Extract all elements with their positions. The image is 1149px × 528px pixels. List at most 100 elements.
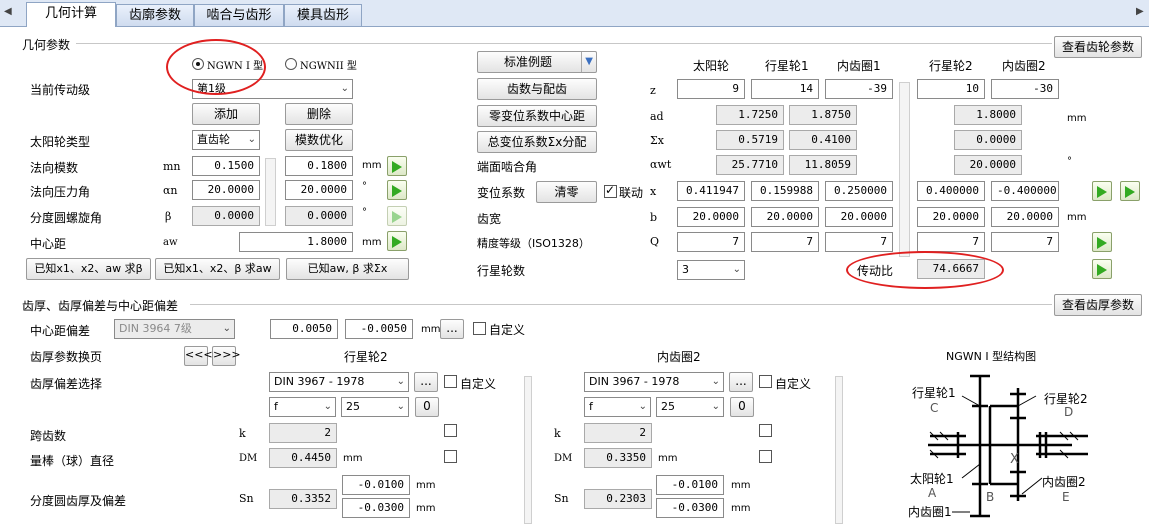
z-ring1[interactable]: -39 — [825, 79, 893, 99]
col1-thick-upper[interactable]: -0.0100 — [342, 475, 410, 495]
view-thickness-button[interactable]: 查看齿厚参数 — [1054, 294, 1142, 316]
col1-tol-f-select[interactable]: f ⌄ — [269, 397, 336, 417]
center-dev-more-button[interactable]: ... — [440, 319, 464, 339]
col1-ball-checkbox[interactable] — [444, 450, 457, 463]
chevron-down-icon: ⌄ — [323, 401, 332, 412]
col1-more-button[interactable]: ... — [414, 372, 438, 392]
q-ring2[interactable]: 7 — [991, 232, 1059, 252]
q-planet1[interactable]: 7 — [751, 232, 819, 252]
col2-thick-upper[interactable]: -0.0100 — [656, 475, 724, 495]
clear-button[interactable]: 清零 — [536, 181, 597, 203]
x-arrow-icon-1[interactable] — [1092, 181, 1112, 201]
col2-tol-f-select[interactable]: f ⌄ — [584, 397, 651, 417]
col2-ball-field[interactable]: 0.3350 — [584, 448, 652, 468]
next-page-button[interactable]: >>> — [212, 346, 241, 366]
q-sun[interactable]: 7 — [677, 232, 745, 252]
tab-geometry[interactable]: 几何计算 — [26, 2, 116, 27]
ad-unit: mm — [1067, 113, 1087, 124]
delete-button[interactable]: 删除 — [285, 103, 353, 125]
col2-tol-0-button[interactable]: 0 — [730, 397, 754, 417]
z-ring2[interactable]: -30 — [991, 79, 1059, 99]
helix-field-1[interactable]: 0.0000 — [192, 206, 260, 226]
tab-profile[interactable]: 齿廓参数 — [116, 4, 194, 26]
col2-span-field[interactable]: 2 — [584, 423, 652, 443]
z-sun[interactable]: 9 — [677, 79, 745, 99]
col2-thick-lower[interactable]: -0.0300 — [656, 498, 724, 518]
center-distance-field[interactable]: 1.8000 — [239, 232, 353, 252]
tab-scroll-left-icon[interactable]: ◀ — [4, 6, 12, 17]
tab-mold[interactable]: 模具齿形 — [284, 4, 362, 26]
col2-thick-field[interactable]: 0.2303 — [584, 489, 652, 509]
center-dev-custom-checkbox[interactable] — [473, 322, 486, 335]
col2-span-checkbox[interactable] — [759, 424, 772, 437]
helix-arrow-icon[interactable] — [387, 206, 407, 226]
col1-tol-25-select[interactable]: 25 ⌄ — [341, 397, 409, 417]
z-planet2[interactable]: 10 — [917, 79, 985, 99]
center-dev-select[interactable]: DIN 3964 7级 ⌄ — [114, 319, 235, 339]
view-gear-params-button[interactable]: 查看齿轮参数 — [1054, 36, 1142, 58]
b-planet1[interactable]: 20.0000 — [751, 207, 819, 227]
sun-type-select[interactable]: 直齿轮 ⌄ — [192, 130, 260, 150]
col1-span-checkbox[interactable] — [444, 424, 457, 437]
q-planet2[interactable]: 7 — [917, 232, 985, 252]
x-arrow-icon-2[interactable] — [1120, 181, 1140, 201]
modulus-optimize-button[interactable]: 模数优化 — [285, 129, 353, 151]
ball-sym-1: DM — [239, 453, 258, 464]
q-ring1[interactable]: 7 — [825, 232, 893, 252]
pressure-angle-field-2[interactable]: 20.0000 — [285, 180, 353, 200]
pressure-angle-field-1[interactable]: 20.0000 — [192, 180, 260, 200]
col1-span-field[interactable]: 2 — [269, 423, 337, 443]
col2-std-select[interactable]: DIN 3967 - 1978 ⌄ — [584, 372, 724, 392]
normal-module-field-2[interactable]: 0.1800 — [285, 156, 353, 176]
center-arrow-icon[interactable] — [387, 231, 407, 251]
diagram-label-x: X — [1010, 452, 1019, 467]
q-arrow-icon[interactable] — [1092, 232, 1112, 252]
calc-aw-button[interactable]: 已知x1、x2、β 求aw — [155, 258, 280, 280]
col2-custom-checkbox[interactable] — [759, 375, 772, 388]
b-ring1[interactable]: 20.0000 — [825, 207, 893, 227]
normal-module-arrow-icon[interactable] — [387, 156, 407, 176]
col1-thick-lower[interactable]: -0.0300 — [342, 498, 410, 518]
center-dev-upper[interactable]: 0.0050 — [270, 319, 338, 339]
col2-ball-checkbox[interactable] — [759, 450, 772, 463]
col1-std-select[interactable]: DIN 3967 - 1978 ⌄ — [269, 372, 409, 392]
teeth-match-button[interactable]: 齿数与配齿 — [477, 78, 597, 100]
x-planet1[interactable]: 0.159988 — [751, 181, 819, 201]
standard-example-button[interactable]: 标准例题 ▼ — [477, 51, 597, 73]
calc-beta-button[interactable]: 已知x1、x2、aw 求β — [26, 258, 151, 280]
col1-tol-0-button[interactable]: 0 — [415, 397, 439, 417]
x-planet2[interactable]: 0.400000 — [917, 181, 985, 201]
helix-field-2[interactable]: 0.0000 — [285, 206, 353, 226]
b-sun[interactable]: 20.0000 — [677, 207, 745, 227]
col2-tol-25-select[interactable]: 25 ⌄ — [656, 397, 724, 417]
z-planet1[interactable]: 14 — [751, 79, 819, 99]
pressure-angle-unit: ° — [362, 181, 367, 192]
planet-count-select[interactable]: 3 ⌄ — [677, 260, 745, 280]
ratio-arrow-icon[interactable] — [1092, 259, 1112, 279]
shift-label: 变位系数 — [477, 186, 526, 200]
col1-custom-checkbox[interactable] — [444, 375, 457, 388]
awt-sun: 25.7710 — [716, 155, 784, 175]
x-sun[interactable]: 0.411947 — [677, 181, 745, 201]
zero-shift-button[interactable]: 零变位系数中心距 — [477, 105, 597, 127]
tab-mesh[interactable]: 啮合与齿形 — [194, 4, 284, 26]
pressure-angle-arrow-icon[interactable] — [387, 180, 407, 200]
x-ring1[interactable]: 0.250000 — [825, 181, 893, 201]
tab-scroll-right-icon[interactable]: ▶ — [1136, 6, 1144, 17]
center-dev-lower[interactable]: -0.0050 — [345, 319, 413, 339]
x-ring2[interactable]: -0.400000 — [991, 181, 1059, 201]
col2-more-button[interactable]: ... — [729, 372, 753, 392]
module-slider[interactable] — [265, 158, 276, 226]
prev-page-button[interactable]: <<< — [184, 346, 213, 366]
total-shift-button[interactable]: 总变位系数Σx分配 — [477, 131, 597, 153]
normal-module-field-1[interactable]: 0.1500 — [192, 156, 260, 176]
link-checkbox[interactable] — [604, 183, 617, 198]
b-ring2[interactable]: 20.0000 — [991, 207, 1059, 227]
calc-sumx-button[interactable]: 已知aw, β 求Σx — [286, 258, 409, 280]
b-planet2[interactable]: 20.0000 — [917, 207, 985, 227]
col1-thick-field[interactable]: 0.3352 — [269, 489, 337, 509]
diagram-label-ring1: 内齿圈1 — [908, 505, 952, 519]
add-button[interactable]: 添加 — [192, 103, 260, 125]
type-radio-ngwn2[interactable] — [285, 58, 297, 70]
col1-ball-field[interactable]: 0.4450 — [269, 448, 337, 468]
